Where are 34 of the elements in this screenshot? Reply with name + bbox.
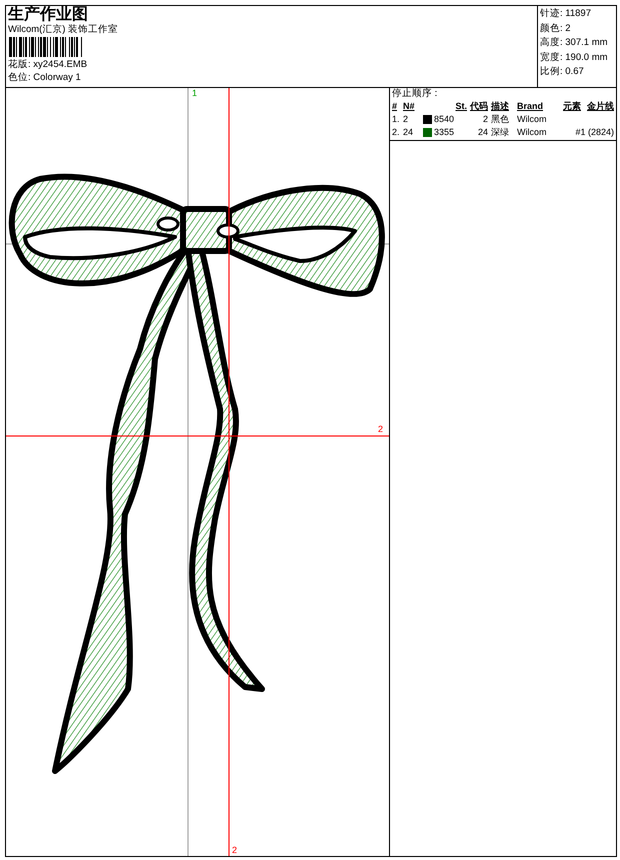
table-cell-text: Wilcom	[517, 113, 548, 126]
table-cell-text: 黑色	[491, 113, 510, 126]
design-file-label: 花版: xy2454.EMB	[8, 58, 88, 71]
table-cell-text: 24	[476, 126, 489, 139]
guide-number: 1	[192, 88, 198, 98]
stat-label: 比例: 0.67	[540, 65, 585, 79]
table-cell-text: #1 (2824)	[574, 126, 614, 139]
stat-label: 高度: 307.1 mm	[540, 36, 609, 50]
column-header: Brand	[517, 100, 544, 113]
table-cell-text: Wilcom	[517, 126, 548, 139]
table-cell-text: 1.	[392, 113, 401, 126]
column-header: N#	[403, 100, 416, 113]
column-header: #	[392, 100, 398, 113]
table-cell-text: 2	[482, 113, 489, 126]
table-cell: 3355	[434, 126, 454, 139]
table-cell-text: 2.	[392, 126, 401, 139]
table-cell: 8540	[434, 113, 454, 126]
column-header: 代码	[468, 100, 489, 113]
guide-number: 2	[232, 845, 238, 855]
stat-label: 宽度: 190.0 mm	[540, 50, 609, 64]
company-name: Wilcom(汇京) 装饰工作室	[8, 23, 120, 36]
sheet-title: 生产作业图	[8, 6, 89, 23]
guide-number: 2	[378, 424, 384, 434]
colorway-label: 色位: Colorway 1	[8, 71, 82, 84]
stat-label: 颜色: 2	[540, 22, 572, 36]
column-header: 元素	[562, 100, 581, 113]
table-cell-text: 24	[403, 126, 414, 139]
column-header: 金片线	[586, 100, 614, 113]
table-cell-text: 2	[403, 113, 410, 126]
table-cell-text: 深绿	[491, 126, 510, 139]
stop-sequence-title: 停止顺序 :	[391, 88, 438, 100]
column-header: 描述	[491, 100, 510, 113]
stat-label: 针迹: 11897	[540, 7, 592, 21]
column-header: St.	[454, 100, 467, 113]
